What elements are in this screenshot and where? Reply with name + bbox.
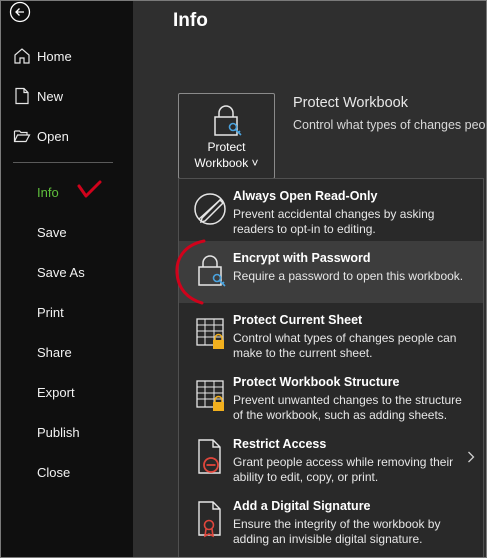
sidebar-item-home[interactable]: Home <box>13 44 72 68</box>
sidebar-item-publish[interactable]: Publish <box>37 420 80 444</box>
menu-item-title: Add a Digital Signature <box>233 499 371 513</box>
menu-item-title: Protect Current Sheet <box>233 313 363 327</box>
lock-key-icon <box>198 255 226 287</box>
menu-item-always-open-read-only[interactable]: Always Open Read-Only Prevent accidental… <box>179 179 483 241</box>
sidebar-item-open[interactable]: Open <box>13 124 69 148</box>
back-arrow-icon <box>9 1 31 23</box>
protect-workbook-label: Protect Workbook ˅ <box>194 140 259 170</box>
sidebar-item-label: Publish <box>37 424 80 440</box>
sidebar-item-label: Print <box>37 304 64 320</box>
menu-item-encrypt-with-password[interactable]: Encrypt with Password Require a password… <box>179 241 483 303</box>
sidebar-item-label: New <box>37 88 64 104</box>
menu-item-description: Ensure the integrity of the workbook by … <box>233 517 441 546</box>
menu-item-description: Prevent unwanted changes to the structur… <box>233 393 462 422</box>
menu-item-description: Prevent accidental changes by asking rea… <box>233 207 435 236</box>
menu-item-title: Always Open Read-Only <box>233 189 378 203</box>
restrict-access-icon <box>198 439 221 474</box>
sidebar-item-label: Save <box>37 224 67 240</box>
menu-item-protect-current-sheet[interactable]: Protect Current Sheet Control what types… <box>179 303 483 365</box>
menu-item-restrict-access[interactable]: Restrict Access Grant people access whil… <box>179 427 483 489</box>
sidebar-item-close[interactable]: Close <box>37 460 70 484</box>
menu-item-title: Restrict Access <box>233 437 327 451</box>
chevron-right-icon <box>468 451 475 463</box>
sheet-lock-icon <box>196 318 224 349</box>
lock-key-icon <box>214 105 242 136</box>
section-title: Protect Workbook <box>293 95 408 111</box>
menu-item-protect-workbook-structure[interactable]: Protect Workbook Structure Prevent unwan… <box>179 365 483 427</box>
page-title: Info <box>173 10 208 31</box>
sidebar-item-share[interactable]: Share <box>37 340 72 364</box>
menu-item-description: Require a password to open this workbook… <box>233 269 464 283</box>
sidebar-item-label: Export <box>37 384 75 400</box>
sidebar-item-label: Open <box>37 128 69 144</box>
sidebar-item-label: Home <box>37 48 72 64</box>
sidebar-item-info[interactable]: Info <box>37 180 59 204</box>
digital-signature-icon <box>198 501 221 538</box>
sidebar-item-label: Save As <box>37 264 85 280</box>
backstage-window: Home New Open Info Save Save As Print Sh… <box>0 0 487 558</box>
workbook-structure-lock-icon <box>196 380 224 411</box>
sidebar-divider <box>13 162 113 163</box>
back-button[interactable] <box>9 1 31 23</box>
sidebar-item-save-as[interactable]: Save As <box>37 260 85 284</box>
annotation-checkmark <box>77 180 102 198</box>
new-document-icon <box>15 87 29 105</box>
menu-item-title: Encrypt with Password <box>233 251 371 265</box>
sidebar-item-save[interactable]: Save <box>37 220 67 244</box>
sidebar-item-label: Share <box>37 344 72 360</box>
read-only-pencil-icon <box>194 193 226 225</box>
protect-workbook-button[interactable]: Protect Workbook ˅ <box>178 93 275 179</box>
protect-workbook-menu: Always Open Read-Only Prevent accidental… <box>178 178 484 557</box>
sidebar-item-print[interactable]: Print <box>37 300 64 324</box>
sidebar-item-new[interactable]: New <box>13 84 63 108</box>
menu-item-description: Control what types of changes people can… <box>233 331 457 360</box>
backstage-sidebar: Home New Open Info Save Save As Print Sh… <box>1 1 133 557</box>
home-icon <box>14 48 30 64</box>
menu-item-add-digital-signature[interactable]: Add a Digital Signature Ensure the integ… <box>179 489 483 551</box>
sidebar-item-export[interactable]: Export <box>37 380 75 404</box>
open-folder-icon <box>13 130 31 143</box>
menu-item-title: Protect Workbook Structure <box>233 375 400 389</box>
section-description: Control what types of changes people <box>293 118 487 132</box>
sidebar-item-label: Info <box>37 184 59 200</box>
menu-item-description: Grant people access while removing their… <box>233 455 454 484</box>
sidebar-item-label: Close <box>37 464 71 480</box>
